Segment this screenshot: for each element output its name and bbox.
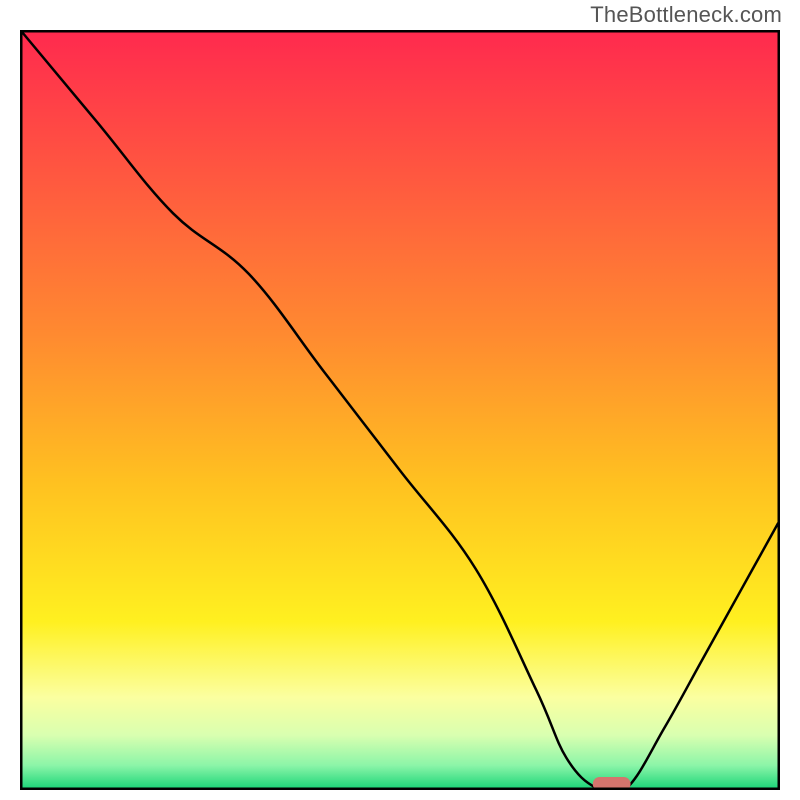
chart-background	[22, 32, 778, 788]
bottleneck-chart	[20, 30, 780, 790]
chart-svg	[20, 30, 780, 790]
watermark-text: TheBottleneck.com	[590, 2, 782, 28]
